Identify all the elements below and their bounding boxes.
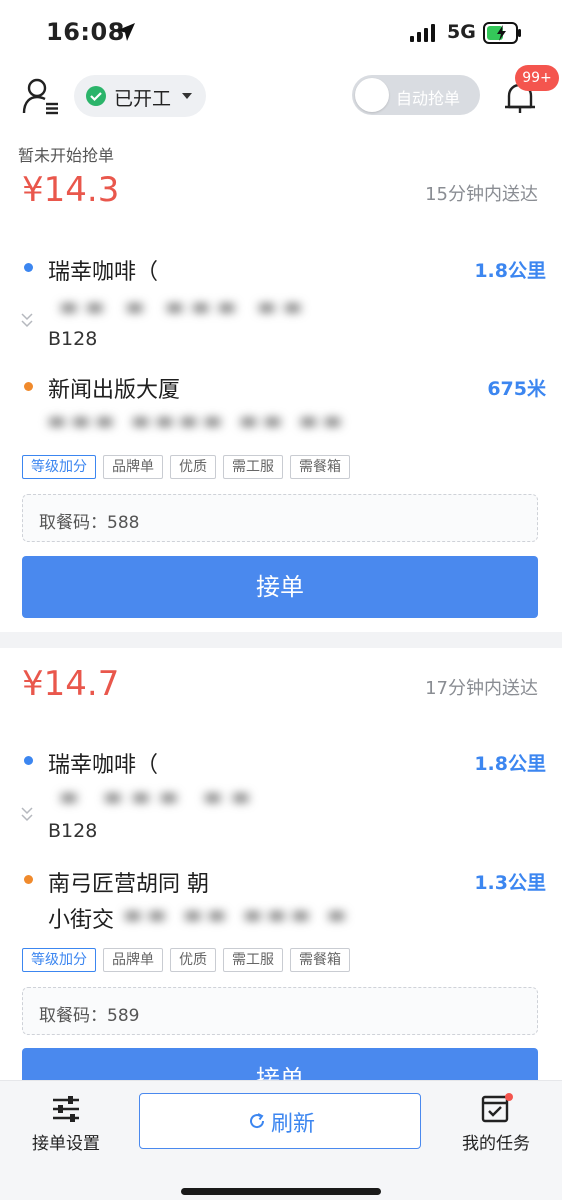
order-tag: 需餐箱 xyxy=(290,948,350,972)
accept-order-button[interactable]: 接单 xyxy=(22,556,538,618)
pickup-code: 取餐码：589 xyxy=(39,1006,140,1026)
caret-down-icon xyxy=(182,93,192,99)
my-tasks-button[interactable]: 我的任务 xyxy=(458,1093,534,1154)
cellular-signal-icon xyxy=(410,24,435,42)
order-tag: 等级加分 xyxy=(22,948,96,972)
dropoff-name: 南弓匠营胡同 朝 xyxy=(48,872,209,897)
dropoff-distance: 675米 xyxy=(487,378,546,400)
order-price: ¥14.3 xyxy=(22,170,120,210)
order-tag: 品牌单 xyxy=(103,455,163,479)
dropoff-dot-icon xyxy=(24,382,33,391)
order-tag: 优质 xyxy=(170,948,216,972)
pickup-distance: 1.8公里 xyxy=(474,260,546,282)
auto-grab-label: 自动抢单 xyxy=(396,89,461,108)
home-indicator xyxy=(181,1188,381,1195)
dropoff-detail: 小街交 xyxy=(48,908,115,933)
refresh-button[interactable]: 刷新 xyxy=(139,1093,421,1149)
pickup-code: 取餐码：588 xyxy=(39,513,140,533)
toggle-knob xyxy=(355,78,389,112)
grab-status-hint: 暂未开始抢单 xyxy=(18,146,115,165)
pickup-code-box: 取餐码：589 xyxy=(22,987,538,1035)
chevrons-down-icon xyxy=(21,313,33,328)
order-tag: 需工服 xyxy=(223,948,283,972)
pickup-dot-icon xyxy=(24,263,33,272)
pickup-dot-icon xyxy=(24,756,33,765)
status-time: 16:08 xyxy=(46,18,125,46)
delivery-eta: 17分钟内送达 xyxy=(425,678,538,699)
order-tags: 等级加分 品牌单 优质 需工服 需餐箱 xyxy=(22,455,350,479)
order-price: ¥14.7 xyxy=(22,664,120,704)
order-tag: 品牌单 xyxy=(103,948,163,972)
check-icon xyxy=(86,86,106,106)
dropoff-dot-icon xyxy=(24,875,33,884)
order-tag: 需工服 xyxy=(223,455,283,479)
delivery-eta: 15分钟内送达 xyxy=(425,184,538,205)
task-clipboard-icon xyxy=(481,1093,513,1123)
refresh-icon xyxy=(250,1113,265,1129)
pickup-name: 瑞幸咖啡（ xyxy=(48,753,159,778)
order-tag: 等级加分 xyxy=(22,455,96,479)
shift-status-label: 已开工 xyxy=(114,88,172,110)
dropoff-address-redacted: ▬▬▬ ▬▬▬▬ ▬▬ ▬▬ xyxy=(48,410,348,432)
shift-status-selector[interactable]: 已开工 xyxy=(74,75,206,117)
order-tag: 优质 xyxy=(170,455,216,479)
pickup-address-redacted: ▬▬ ▬ ▬▬▬ ▬▬ xyxy=(60,296,310,318)
pickup-detail: B128 xyxy=(48,328,98,350)
order-card: 暂未开始抢单 ¥14.3 15分钟内送达 瑞幸咖啡（ 1.8公里 ▬▬ ▬ ▬▬… xyxy=(0,134,562,632)
chevrons-down-icon xyxy=(21,807,33,822)
pickup-code-box: 取餐码：588 xyxy=(22,494,538,542)
battery-charging-icon xyxy=(483,22,521,44)
order-settings-label: 接单设置 xyxy=(32,1134,100,1154)
order-tags: 等级加分 品牌单 优质 需工服 需餐箱 xyxy=(22,948,350,972)
top-bar: 已开工 自动抢单 99+ xyxy=(0,64,562,134)
dropoff-name: 新闻出版大厦 xyxy=(48,378,181,403)
network-type: 5G xyxy=(447,21,476,43)
sliders-icon xyxy=(53,1096,79,1122)
dropoff-distance: 1.3公里 xyxy=(474,872,546,894)
auto-grab-toggle[interactable]: 自动抢单 xyxy=(352,75,480,115)
pickup-detail: B128 xyxy=(48,820,98,842)
notification-badge: 99+ xyxy=(515,65,559,91)
pickup-distance: 1.8公里 xyxy=(474,753,546,775)
order-tag: 需餐箱 xyxy=(290,455,350,479)
bottom-nav: 接单设置 刷新 我的任务 xyxy=(0,1080,562,1200)
order-settings-button[interactable]: 接单设置 xyxy=(28,1095,104,1154)
my-tasks-label: 我的任务 xyxy=(462,1134,530,1154)
location-arrow-icon xyxy=(117,23,135,41)
profile-menu-icon[interactable] xyxy=(22,77,60,115)
dropoff-address-redacted: ▬▬ ▬▬ ▬▬▬ ▬ xyxy=(124,904,352,926)
refresh-label: 刷新 xyxy=(271,1112,316,1137)
pickup-name: 瑞幸咖啡（ xyxy=(48,260,159,285)
pickup-address-redacted: ▬ ▬▬▬ ▬▬ xyxy=(60,786,260,808)
status-bar: 16:08 5G xyxy=(0,0,562,64)
order-card: ¥14.7 17分钟内送达 瑞幸咖啡（ 1.8公里 ▬ ▬▬▬ ▬▬ B128 … xyxy=(0,648,562,1110)
